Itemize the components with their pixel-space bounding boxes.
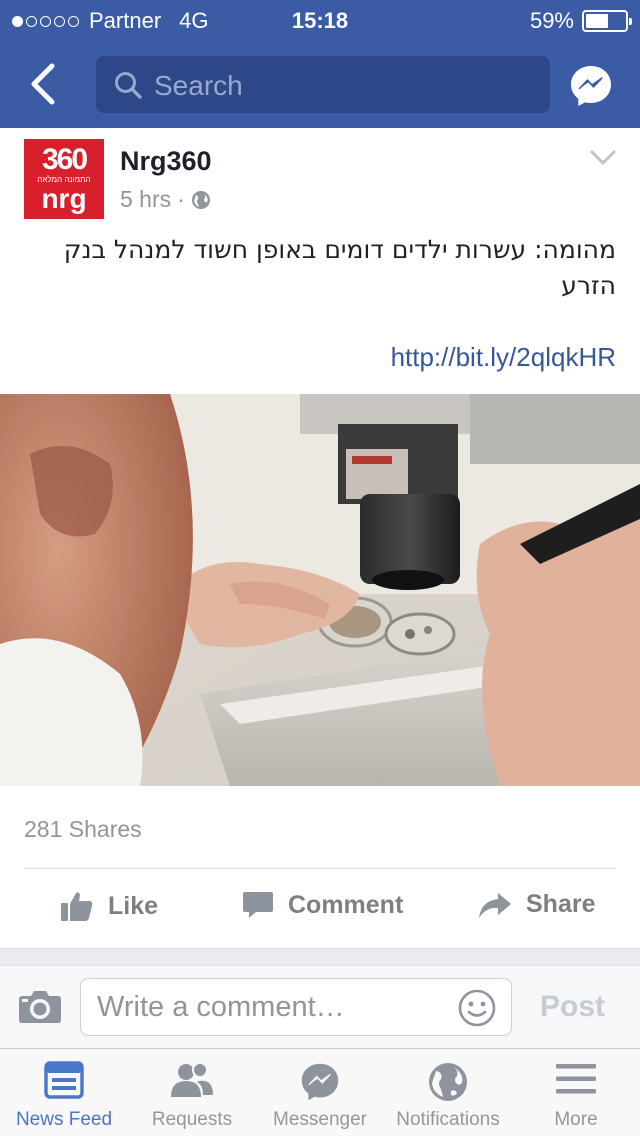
like-button[interactable]: Like — [60, 890, 158, 922]
top-bar: Partner 4G 15:18 59% Search — [0, 0, 640, 128]
meta-separator: · — [177, 186, 185, 212]
post-header: 360 התמונה המלאה nrg Nrg360 5 hrs · — [0, 128, 640, 228]
divider — [24, 868, 616, 869]
comment-button[interactable]: Comment — [242, 890, 403, 920]
logo-text: 360 — [41, 143, 88, 176]
shares-count[interactable]: 281 Shares — [24, 816, 142, 843]
globe-icon — [429, 1063, 467, 1101]
post-text: מהומה: עשרות ילדים דומים באופן חשוד למנה… — [63, 235, 616, 300]
thumbs-up-icon — [61, 892, 93, 921]
comment-composer: Write a comment… Post — [0, 966, 640, 1048]
search-placeholder: Search — [154, 70, 243, 101]
post-options-button[interactable] — [590, 150, 616, 171]
news-feed-icon — [44, 1061, 84, 1099]
menu-icon — [556, 1064, 596, 1094]
share-label: Share — [526, 890, 596, 918]
post-photo[interactable] — [0, 394, 640, 786]
share-button[interactable]: Share — [478, 890, 595, 919]
logo-brand: nrg — [41, 183, 87, 214]
chevron-left-icon — [31, 63, 55, 105]
tab-news-feed[interactable]: News Feed — [0, 1049, 128, 1136]
camera-icon — [19, 991, 61, 1023]
back-button[interactable] — [22, 62, 66, 106]
tab-notifications[interactable]: Notifications — [384, 1049, 512, 1136]
post-time[interactable]: 5 hrs — [120, 186, 171, 213]
emoji-icon[interactable] — [457, 988, 497, 1028]
search-input[interactable]: Search — [96, 56, 550, 113]
tab-messenger[interactable]: Messenger — [256, 1049, 384, 1136]
share-arrow-icon — [479, 892, 511, 918]
status-bar: Partner 4G 15:18 59% — [0, 0, 640, 40]
globe-icon — [191, 190, 210, 209]
messenger-icon — [301, 1063, 339, 1101]
tab-label: More — [554, 1109, 598, 1130]
tab-label: Notifications — [396, 1109, 500, 1130]
tab-requests[interactable]: Requests — [128, 1049, 256, 1136]
post-meta: 5 hrs · — [120, 186, 211, 213]
section-separator — [0, 948, 640, 966]
post-author[interactable]: Nrg360 — [120, 146, 212, 177]
like-label: Like — [108, 891, 159, 920]
requests-icon — [171, 1062, 213, 1097]
comment-input[interactable]: Write a comment… — [80, 978, 512, 1036]
comment-placeholder: Write a comment… — [97, 991, 345, 1023]
comment-label: Comment — [288, 890, 404, 919]
post-link[interactable]: http://bit.ly/2qlqkHR — [391, 342, 616, 373]
tab-more[interactable]: More — [512, 1049, 640, 1136]
search-icon — [115, 72, 142, 99]
post-comment-button[interactable]: Post — [540, 990, 605, 1024]
chevron-down-icon — [590, 150, 616, 165]
tab-label: Requests — [151, 1109, 233, 1130]
tab-bar: News Feed Requests Messenger Notificatio… — [0, 1048, 640, 1136]
post-actions: Like Comment Share — [0, 880, 640, 940]
tab-label: Messenger — [273, 1109, 367, 1130]
battery-icon — [582, 10, 632, 32]
messenger-icon — [571, 66, 611, 106]
tab-label: News Feed — [15, 1109, 113, 1130]
page-avatar[interactable]: 360 התמונה המלאה nrg — [24, 139, 104, 219]
comment-icon — [243, 892, 273, 918]
navigation-bar: Search — [0, 48, 640, 124]
messenger-button[interactable] — [568, 63, 614, 114]
battery-percent: 59% — [529, 8, 574, 33]
camera-button[interactable] — [18, 988, 62, 1029]
